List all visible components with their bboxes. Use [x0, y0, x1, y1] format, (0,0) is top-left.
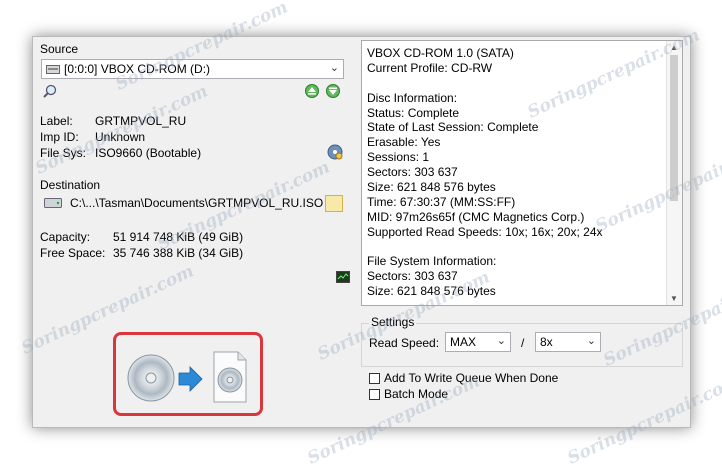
info-line: Erasable: Yes [367, 135, 441, 150]
destination-path[interactable]: C:\...\Tasman\Documents\GRTMPVOL_RU.ISO [70, 196, 323, 210]
chevron-down-icon: ⌄ [586, 335, 596, 347]
browse-folder-icon[interactable] [325, 195, 343, 212]
log-monitor-icon[interactable] [336, 271, 350, 283]
chevron-down-icon: ⌄ [329, 62, 339, 74]
disc-info-icon[interactable] [327, 144, 343, 160]
info-line: MID: 97m26s65f (CMC Magnetics Corp.) [367, 209, 585, 224]
info-line: Supported Read Speeds: 10x; 16x; 20x; 24… [367, 224, 603, 239]
read-speed-value: MAX [450, 335, 477, 349]
label-key: Label: [40, 114, 73, 128]
cd-drive-icon [46, 65, 60, 74]
scroll-down-icon[interactable]: ▼ [670, 294, 678, 303]
info-line: Status: Complete [367, 105, 460, 120]
source-title: Source [40, 42, 79, 56]
speed-separator: / [521, 336, 525, 350]
read-button-highlight [113, 332, 263, 416]
info-line: Sessions: 1 [367, 150, 430, 165]
speed-secondary-value: 8x [540, 335, 553, 349]
filesys-value: ISO9660 (Bootable) [95, 146, 202, 160]
disc-info-panel[interactable]: VBOX CD-ROM 1.0 (SATA) Current Profile: C… [361, 40, 683, 306]
read-speed-select[interactable]: MAX ⌄ [445, 332, 511, 352]
capacity-key: Capacity: [40, 230, 91, 244]
info-scrollbar[interactable]: ▲ ▼ [666, 41, 682, 305]
speed-secondary-select[interactable]: 8x ⌄ [535, 332, 601, 352]
info-line: Sectors: 303 637 [367, 165, 458, 180]
source-drive-combo[interactable]: [0:0:0] VBOX CD-ROM (D:) ⌄ [41, 59, 344, 79]
info-line: VBOX CD-ROM 1.0 (SATA) [367, 46, 514, 60]
destination-title: Destination [40, 178, 101, 192]
batch-mode-checkbox[interactable] [369, 389, 380, 400]
eject-up-icon[interactable] [305, 84, 319, 98]
info-line [367, 240, 603, 255]
free-space-value: 35 746 388 KiB (34 GiB) [113, 246, 244, 260]
info-line: Time: 67:30:37 (MM:SS:FF) [367, 194, 516, 209]
free-space-key: Free Space: [40, 246, 106, 260]
search-icon[interactable] [43, 84, 57, 98]
info-line: State of Last Session: Complete [367, 120, 539, 135]
chevron-down-icon: ⌄ [496, 335, 506, 347]
close-tray-down-icon[interactable] [326, 84, 340, 98]
info-line: Current Profile: CD-RW [367, 60, 493, 75]
hard-drive-icon [44, 198, 62, 208]
write-queue-checkbox[interactable] [369, 373, 380, 384]
info-line: Size: 621 848 576 bytes [367, 180, 496, 195]
